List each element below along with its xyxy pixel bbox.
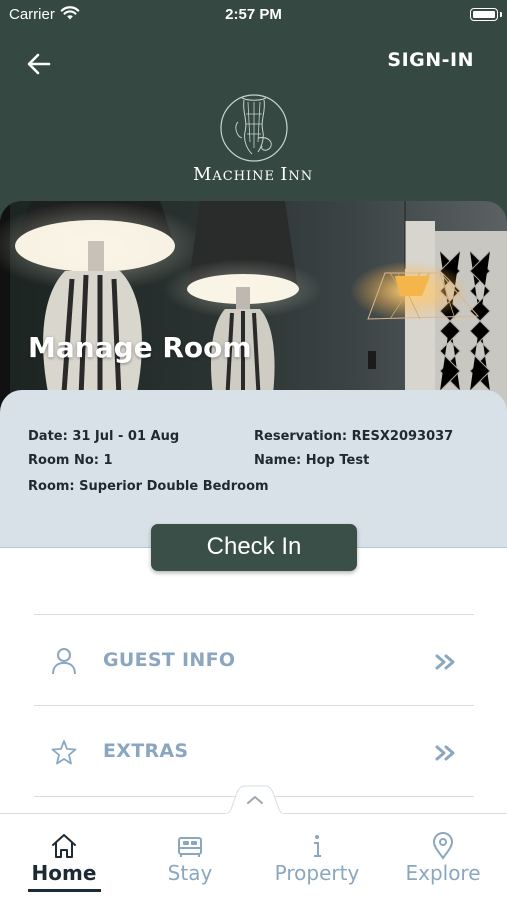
tab-property[interactable]: Property: [254, 814, 380, 900]
menu-label: EXTRAS: [103, 740, 189, 762]
room-number: Room No: 1: [28, 453, 113, 468]
logo-text: MACHINE INN: [192, 164, 314, 185]
arrow-left-icon: [27, 53, 51, 75]
machine-inn-logo: MACHINE INN: [183, 92, 323, 192]
tab-label: Home: [31, 861, 97, 885]
bottom-tab-bar: Home Stay Property Explore: [0, 813, 507, 900]
tab-stay[interactable]: Stay: [127, 814, 253, 900]
status-bar: Carrier 2:57 PM: [0, 0, 507, 30]
home-icon: [52, 834, 76, 858]
expand-handle[interactable]: [226, 783, 284, 815]
reservation-number: Reservation: RESX2093037: [254, 429, 454, 444]
menu-label: GUEST INFO: [103, 649, 236, 671]
active-tab-indicator: [28, 889, 101, 892]
room-type: Room: Superior Double Bedroom: [28, 479, 269, 494]
back-button[interactable]: [24, 50, 54, 78]
status-time: 2:57 PM: [225, 6, 282, 23]
logo-emblem: [220, 94, 288, 162]
tab-label: Explore: [405, 861, 481, 885]
location-pin-icon: [432, 832, 454, 860]
double-chevron-right-icon: [435, 654, 455, 670]
tab-explore[interactable]: Explore: [380, 814, 506, 900]
sign-in-button[interactable]: SIGN-IN: [387, 49, 474, 71]
star-icon: [51, 740, 77, 765]
tab-label: Stay: [167, 861, 213, 885]
info-icon: [314, 835, 321, 857]
reservation-date: Date: 31 Jul - 01 Aug: [28, 429, 180, 444]
menu-item-guest-info[interactable]: GUEST INFO: [34, 615, 474, 705]
guest-name: Name: Hop Test: [254, 453, 370, 468]
battery-icon: [470, 8, 502, 21]
page-title: Manage Room: [28, 331, 252, 364]
bed-icon: [178, 837, 202, 857]
hero-image: Manage Room: [0, 201, 507, 421]
check-in-button[interactable]: Check In: [151, 524, 357, 571]
double-chevron-right-icon: [435, 745, 455, 761]
tab-home[interactable]: Home: [1, 814, 127, 900]
person-icon: [52, 648, 76, 675]
room-photo: [0, 201, 507, 421]
tab-label: Property: [274, 861, 360, 885]
